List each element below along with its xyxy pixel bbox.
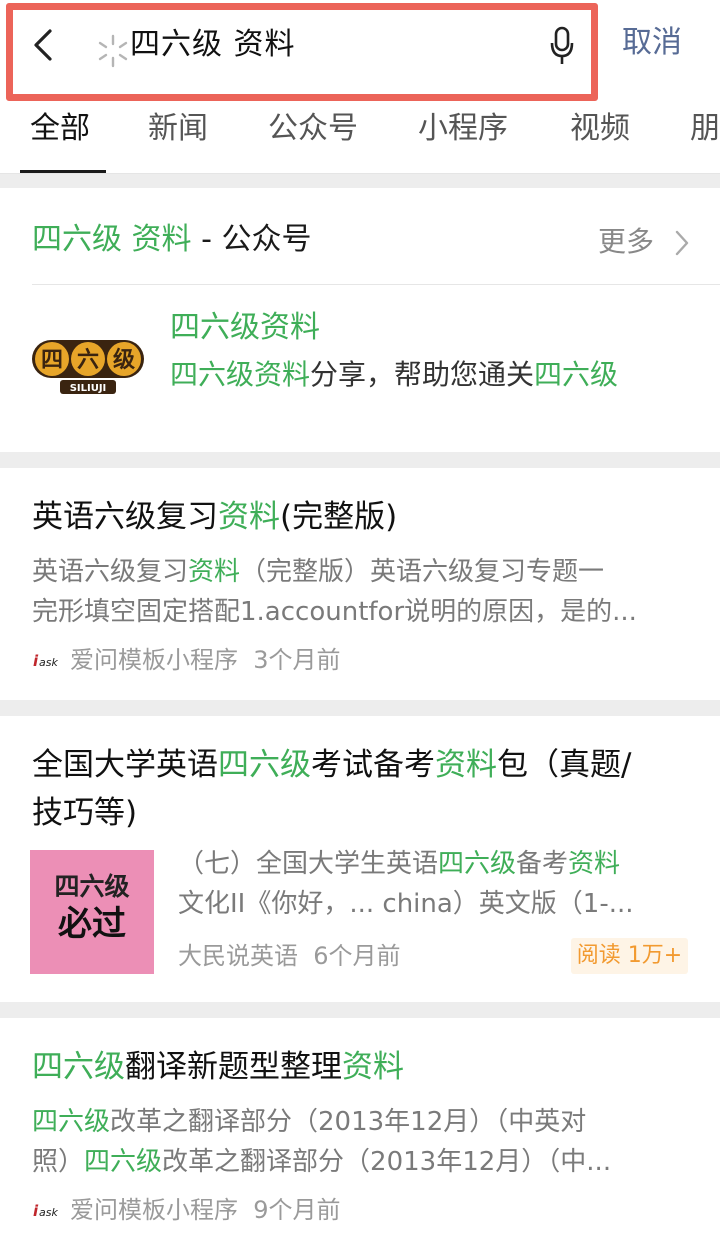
section-title-rest: - 公众号 [191,222,312,257]
result-title: 技巧等) [32,795,138,831]
section-title: 四六级 资料 - 公众号 [32,218,311,262]
cancel-button[interactable]: 取消 [622,20,682,66]
section-title-keyword: 资料 [131,222,192,257]
svg-text:四: 四 [41,348,63,373]
iask-icon: i ask [33,652,58,670]
tab-friends[interactable]: 朋 [690,108,720,150]
tab-news[interactable]: 新闻 [148,108,208,150]
read-count-badge: 阅读 1万+ [571,938,688,974]
microphone-icon[interactable] [549,26,575,66]
result-source: 大民说英语 6个月前 [178,942,401,970]
result-snippet: 完形填空固定搭配1.accountfor说明的原因，是的... [32,597,637,627]
iask-icon: i ask [33,1202,58,1220]
result-snippet: 照）四六级改革之翻译部分（2013年12月）（中... [32,1147,612,1177]
tab-mini-programs[interactable]: 小程序 [418,108,508,150]
loading-spinner-icon [98,34,128,68]
result-source: 爱问模板小程序 9个月前 [70,1196,341,1224]
result-snippet: 英语六级复习资料（完整版）英语六级复习专题一 [32,557,605,587]
svg-text:六: 六 [77,348,99,373]
result-item[interactable]: 英语六级复习资料(完整版) 英语六级复习资料（完整版）英语六级复习专题一 完形填… [0,468,720,700]
account-description: 四六级资料分享，帮助您通关四六级 [170,358,619,391]
result-source: 爱问模板小程序 3个月前 [70,646,341,674]
search-input[interactable]: 四六级 资料 [130,22,296,68]
result-item[interactable]: 全国大学英语四六级考试备考资料包（真题/ 技巧等) 四六级 必过 （七）全国大学… [0,716,720,1002]
result-title: 全国大学英语四六级考试备考资料包（真题/ [32,747,632,783]
svg-text:ask: ask [39,656,58,669]
result-thumbnail: 四六级 必过 [30,850,154,974]
account-name: 四六级资料 [170,310,320,345]
result-item[interactable]: 四六级翻译新题型整理资料 四六级改革之翻译部分（2013年12月）（中英对 照）… [0,1018,720,1242]
result-snippet: （七）全国大学生英语四六级备考资料 [178,849,621,879]
chevron-right-icon[interactable] [674,230,690,256]
account-logo-icon: 四 六 级 SILIUJI [32,340,144,394]
svg-text:ask: ask [39,1206,58,1219]
tab-videos[interactable]: 视频 [570,108,630,150]
thumb-text: 四六级 [54,872,130,901]
section-title-keyword: 四六级 [32,222,122,257]
result-snippet: 文化II《你好，... china）英文版（1-... [178,889,634,919]
divider [32,284,720,285]
result-snippet: 四六级改革之翻译部分（2013年12月）（中英对 [32,1107,587,1137]
official-account-section: 四六级 资料 - 公众号 更多 [0,188,720,452]
back-icon[interactable] [30,28,60,62]
search-header: 四六级 资料 取消 [0,0,720,88]
more-link[interactable]: 更多 [598,222,654,262]
svg-text:SILIUJI: SILIUJI [70,383,107,394]
result-title: 四六级翻译新题型整理资料 [32,1049,404,1085]
active-tab-indicator [20,170,106,173]
svg-text:级: 级 [113,347,135,373]
search-box[interactable]: 四六级 资料 [14,10,590,80]
tab-official-accounts[interactable]: 公众号 [268,108,358,150]
result-title: 英语六级复习资料(完整版) [32,499,398,535]
tab-all[interactable]: 全部 [30,108,90,150]
filter-tabs: 全部 新闻 公众号 小程序 视频 朋 [0,88,720,174]
thumb-text: 必过 [58,904,126,944]
